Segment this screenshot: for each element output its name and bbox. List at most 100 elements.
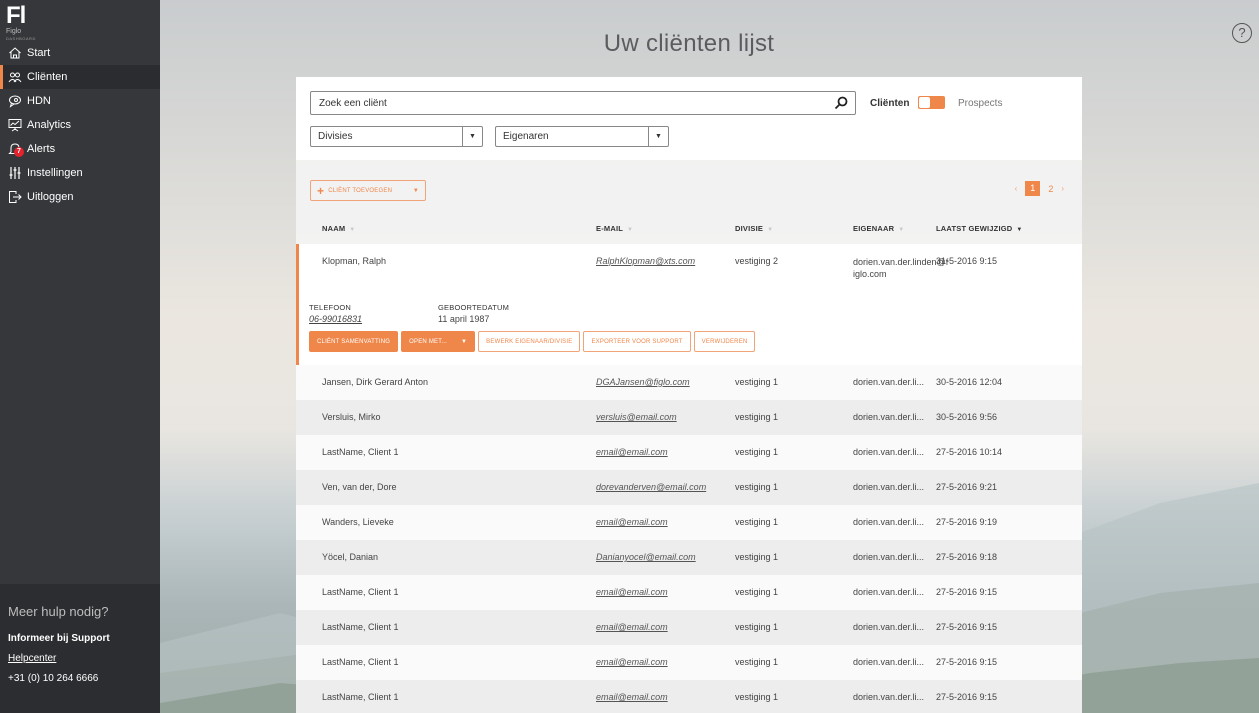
sidebar-item-clienten[interactable]: Cliënten xyxy=(0,65,160,89)
open-with-button[interactable]: OPEN MET... ▼ xyxy=(401,331,476,352)
client-name: LastName, Client 1 xyxy=(322,447,399,457)
sidebar-item-start[interactable]: Start xyxy=(0,41,160,65)
column-header-eigenaar[interactable]: EIGENAAR ▼ xyxy=(853,224,904,233)
client-modified: 27-5-2016 9:15 xyxy=(936,692,998,702)
export-for-support-button[interactable]: EXPORTEER VOOR SUPPORT xyxy=(583,331,691,352)
edit-owner-division-button[interactable]: BEWERK EIGENAAR/DIVISIE xyxy=(478,331,581,352)
bell-icon: 7 xyxy=(8,142,24,157)
search-icon[interactable] xyxy=(833,95,849,111)
column-header-naam[interactable]: NAAM ▼ xyxy=(322,224,355,233)
table-row[interactable]: LastName, Client 1 email@email.com vestigi… xyxy=(296,680,1082,713)
sidebar-item-alerts[interactable]: 7 Alerts xyxy=(0,137,160,161)
client-division: vestiging 1 xyxy=(735,657,779,667)
clienten-prospects-toggle[interactable] xyxy=(918,96,945,109)
row-list: Jansen, Dirk Gerard Anton DGAJansen@figlo… xyxy=(296,365,1082,713)
help-support-label: Informeer bij Support xyxy=(8,633,110,644)
column-header-email[interactable]: E-MAIL ▼ xyxy=(596,224,633,233)
pagination-page-2[interactable]: 2 xyxy=(1048,184,1053,194)
users-icon xyxy=(8,70,22,84)
client-owner: dorien.van.der.linden@figlo.com xyxy=(853,257,949,279)
sort-icon: ▼ xyxy=(1016,227,1023,233)
client-email-link[interactable]: dorevanderven@email.com xyxy=(596,482,706,492)
client-summary-button[interactable]: CLIËNT SAMENVATTING xyxy=(309,331,399,352)
client-owner: dorien.van.der.li... xyxy=(853,657,925,667)
table-row[interactable]: Ven, van der, Dore dorevanderven@email.co… xyxy=(296,470,1082,505)
client-email-link[interactable]: RalphKlopman@xts.com xyxy=(596,256,695,266)
sort-icon: ▼ xyxy=(767,227,774,233)
table-row[interactable]: LastName, Client 1 email@email.com vestigi… xyxy=(296,575,1082,610)
caret-down-icon: ▼ xyxy=(461,338,468,345)
chevron-down-icon: ▼ xyxy=(462,127,482,146)
client-name: Klopman, Ralph xyxy=(322,256,387,266)
add-client-button[interactable]: + CLIËNT TOEVOEGEN ▼ xyxy=(310,180,426,201)
delete-button[interactable]: VERWIJDEREN xyxy=(693,331,756,352)
client-name: Yöcel, Danian xyxy=(322,552,379,562)
client-division: vestiging 1 xyxy=(735,587,779,597)
client-owner: dorien.van.der.li... xyxy=(853,412,925,422)
eigenaren-select[interactable]: Eigenaren ▼ xyxy=(495,126,669,147)
table-row[interactable]: LastName, Client 1 email@email.com vestigi… xyxy=(296,645,1082,680)
client-name: Versluis, Mirko xyxy=(322,412,381,422)
logout-icon xyxy=(8,190,22,204)
toggle-label-prospects[interactable]: Prospects xyxy=(958,98,1002,109)
table-row[interactable]: LastName, Client 1 email@email.com vestigi… xyxy=(296,435,1082,470)
table-row[interactable]: Jansen, Dirk Gerard Anton DGAJansen@figlo… xyxy=(296,365,1082,400)
sidebar-item-label: Alerts xyxy=(27,143,56,155)
client-division: vestiging 1 xyxy=(735,517,779,527)
client-email-link[interactable]: DGAJansen@figlo.com xyxy=(596,377,690,387)
alerts-count-badge: 7 xyxy=(14,147,24,157)
client-modified: 27-5-2016 9:18 xyxy=(936,552,998,562)
pagination-prev[interactable]: ‹ xyxy=(1015,184,1018,193)
client-name: Wanders, Lieveke xyxy=(322,517,394,527)
sliders-icon xyxy=(8,166,22,180)
sidebar: Fl Figlo DASHBOARD Start Cliënten HDN An… xyxy=(0,0,160,713)
sidebar-item-label: Analytics xyxy=(27,119,72,131)
table-row[interactable]: Yöcel, Danian Danianyocel@email.com vestig… xyxy=(296,540,1082,575)
client-modified: 31-5-2016 9:15 xyxy=(936,256,998,266)
sidebar-nav: Start Cliënten HDN Analytics 7 Alerts In… xyxy=(0,41,160,209)
client-name: LastName, Client 1 xyxy=(322,587,399,597)
column-header-divisie[interactable]: DIVISIE ▼ xyxy=(735,224,773,233)
client-division: vestiging 2 xyxy=(735,256,779,266)
filter-bar: Cliënten Prospects Divisies ▼ Eigenaren … xyxy=(296,77,1082,160)
client-email-link[interactable]: email@email.com xyxy=(596,622,668,632)
table-row-expanded[interactable]: Klopman, Ralph RalphKlopman@xts.com vest… xyxy=(296,244,1082,365)
client-owner: dorien.van.der.li... xyxy=(853,692,925,702)
help-title: Meer hulp nodig? xyxy=(8,604,109,619)
table-row[interactable]: Wanders, Lieveke email@email.com vestiging… xyxy=(296,505,1082,540)
sidebar-item-analytics[interactable]: Analytics xyxy=(0,113,160,137)
client-email-link[interactable]: Danianyocel@email.com xyxy=(596,552,696,562)
client-division: vestiging 1 xyxy=(735,552,779,562)
sidebar-item-uitloggen[interactable]: Uitloggen xyxy=(0,185,160,209)
row-actions: CLIËNT SAMENVATTING OPEN MET... ▼ BEWERK… xyxy=(309,331,756,352)
toggle-label-clienten[interactable]: Cliënten xyxy=(870,98,909,109)
client-name: Jansen, Dirk Gerard Anton xyxy=(322,377,429,387)
help-circle-icon[interactable]: ? xyxy=(1232,23,1252,43)
divisies-select[interactable]: Divisies ▼ xyxy=(310,126,483,147)
figlo-logo[interactable]: Fl Figlo DASHBOARD xyxy=(6,4,46,42)
helpcenter-link[interactable]: Helpcenter xyxy=(8,653,152,664)
phone-label: TELEFOON xyxy=(309,303,352,312)
client-email-link[interactable]: email@email.com xyxy=(596,447,668,457)
sidebar-item-instellingen[interactable]: Instellingen xyxy=(0,161,160,185)
pagination-next[interactable]: › xyxy=(1061,184,1064,193)
client-division: vestiging 1 xyxy=(735,447,779,457)
table-row[interactable]: Versluis, Mirko versluis@email.com vestigi… xyxy=(296,400,1082,435)
client-email-link[interactable]: versluis@email.com xyxy=(596,412,677,422)
sort-icon: ▼ xyxy=(627,227,634,233)
table-body: Klopman, Ralph RalphKlopman@xts.com vest… xyxy=(296,244,1082,713)
column-header-laatst-gewijzigd[interactable]: LAATST GEWIJZIGD ▼ xyxy=(936,224,1023,233)
table-row[interactable]: LastName, Client 1 email@email.com vestigi… xyxy=(296,610,1082,645)
sidebar-item-hdn[interactable]: HDN xyxy=(0,89,160,113)
pagination-page-1[interactable]: 1 xyxy=(1025,181,1041,196)
client-email-link[interactable]: email@email.com xyxy=(596,657,668,667)
phone-link[interactable]: 06-99016831 xyxy=(309,314,362,324)
client-email-link[interactable]: email@email.com xyxy=(596,517,668,527)
plus-icon: + xyxy=(317,183,325,198)
search-input[interactable] xyxy=(319,97,833,109)
eigenaren-select-value: Eigenaren xyxy=(503,131,549,142)
client-name: LastName, Client 1 xyxy=(322,692,399,702)
client-email-link[interactable]: email@email.com xyxy=(596,692,668,702)
search-field[interactable] xyxy=(310,91,856,115)
client-email-link[interactable]: email@email.com xyxy=(596,587,668,597)
